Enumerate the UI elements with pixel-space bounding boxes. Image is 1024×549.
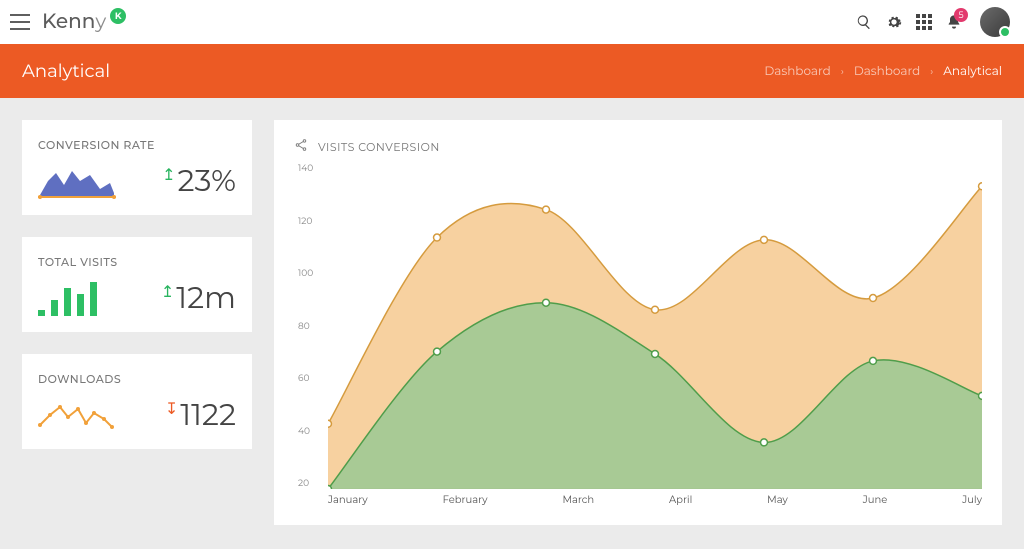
- search-icon[interactable]: [856, 14, 872, 30]
- visits-value: ↥ 12m: [161, 279, 236, 316]
- conversion-sparkline-icon: [38, 163, 116, 199]
- page-title: Analytical: [22, 60, 110, 82]
- trend-down-icon: ↧: [165, 399, 178, 419]
- y-tick: 80: [298, 321, 324, 332]
- y-tick: 60: [298, 373, 324, 384]
- x-tick: February: [443, 493, 488, 513]
- y-tick: 40: [298, 426, 324, 437]
- main-content: CONVERSION RATE ↥ 23% TOTAL VISITS: [0, 98, 1024, 547]
- brand-name-light: y: [95, 10, 106, 34]
- downloads-card: DOWNLOADS ↧ 1122: [22, 354, 252, 449]
- downloads-sparkline-icon: [38, 397, 116, 433]
- conversion-rate-card: CONVERSION RATE ↥ 23%: [22, 120, 252, 215]
- visits-bar-sparkline-icon: [38, 280, 97, 316]
- downloads-value: ↧ 1122: [165, 396, 236, 433]
- breadcrumb-link-1[interactable]: Dashboard: [854, 64, 920, 79]
- visits-conversion-card: VISITS CONVERSION 140 120 100 80 60 40 20 Janu…: [274, 120, 1002, 525]
- share-icon[interactable]: [294, 138, 308, 155]
- apps-grid-icon[interactable]: [916, 14, 932, 30]
- trend-up-icon: ↥: [161, 282, 174, 302]
- chevron-right-icon: ›: [930, 65, 933, 78]
- total-visits-card: TOTAL VISITS ↥ 12m: [22, 237, 252, 332]
- card-title: TOTAL VISITS: [38, 255, 236, 269]
- y-tick: 100: [298, 268, 324, 279]
- notifications-bell-icon[interactable]: 5: [946, 14, 962, 30]
- card-title: DOWNLOADS: [38, 372, 236, 386]
- card-title: CONVERSION RATE: [38, 138, 236, 152]
- visits-conversion-chart: 140 120 100 80 60 40 20 January February March Ap…: [298, 163, 982, 513]
- y-tick: 20: [298, 478, 324, 489]
- x-tick: January: [328, 493, 368, 513]
- y-tick: 140: [298, 163, 324, 174]
- stat-cards-column: CONVERSION RATE ↥ 23% TOTAL VISITS: [22, 120, 252, 449]
- brand-badge-icon: K: [110, 8, 126, 24]
- topbar-actions: 5: [856, 7, 1010, 37]
- chart-title: VISITS CONVERSION: [318, 140, 440, 154]
- x-tick: July: [962, 493, 982, 513]
- settings-gear-icon[interactable]: [886, 14, 902, 30]
- notifications-count-badge: 5: [954, 8, 968, 22]
- brand-logo[interactable]: Kenny K: [42, 10, 126, 34]
- page-header: Analytical Dashboard › Dashboard › Analy…: [0, 44, 1024, 98]
- menu-toggle-icon[interactable]: [10, 14, 30, 30]
- trend-up-icon: ↥: [162, 165, 175, 185]
- x-tick: March: [562, 493, 594, 513]
- chevron-right-icon: ›: [841, 65, 844, 78]
- breadcrumb-current: Analytical: [943, 64, 1002, 79]
- breadcrumb: Dashboard › Dashboard › Analytical: [764, 64, 1002, 79]
- x-tick: May: [767, 493, 788, 513]
- breadcrumb-link-0[interactable]: Dashboard: [764, 64, 830, 79]
- brand-name-dark: Kenn: [42, 10, 95, 34]
- top-bar: Kenny K 5: [0, 0, 1024, 44]
- x-tick: June: [863, 493, 888, 513]
- avatar[interactable]: [980, 7, 1010, 37]
- conversion-value: ↥ 23%: [162, 162, 236, 199]
- y-tick: 120: [298, 216, 324, 227]
- x-tick: April: [669, 493, 692, 513]
